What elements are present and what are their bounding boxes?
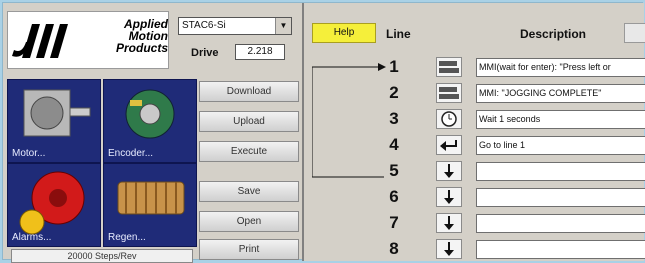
down-arrow-icon[interactable] — [436, 161, 462, 181]
motor-tile[interactable]: Motor... — [7, 79, 101, 163]
step-description-field[interactable] — [476, 240, 645, 259]
mmi-icon[interactable] — [436, 57, 462, 77]
drive-model-select[interactable]: STAC6-Si ▼ — [178, 17, 292, 35]
program-row: 5 — [304, 160, 645, 184]
upload-button[interactable]: Upload — [199, 111, 299, 132]
regen-tile-label: Regen... — [108, 232, 146, 243]
save-button[interactable]: Save — [199, 181, 299, 202]
print-button[interactable]: Print — [199, 239, 299, 260]
down-arrow-icon[interactable] — [436, 187, 462, 207]
program-row: 7 — [304, 212, 645, 236]
line-number: 8 — [389, 239, 399, 258]
steps-per-rev-display: 20000 Steps/Rev — [11, 249, 193, 263]
download-button[interactable]: Download — [199, 81, 299, 102]
program-panel: Help Line Description 1 MMI(wait for ent… — [302, 3, 645, 262]
step-description-field[interactable] — [476, 188, 645, 207]
app-window: Applied Motion Products STAC6-Si ▼ Drive… — [2, 2, 645, 263]
line-number: 3 — [389, 109, 399, 128]
description-column-header: Description — [520, 27, 587, 41]
line-number: 1 — [389, 57, 399, 76]
line-number: 7 — [389, 213, 399, 232]
drive-label: Drive — [191, 47, 219, 59]
step-description-field[interactable]: Go to line 1 — [476, 136, 645, 155]
line-number: 5 — [389, 161, 399, 180]
program-row: 6 — [304, 186, 645, 210]
line-number: 6 — [389, 187, 399, 206]
help-button[interactable]: Help — [312, 23, 376, 43]
step-description-field[interactable]: Wait 1 seconds — [476, 110, 645, 129]
step-description-field[interactable] — [476, 162, 645, 181]
clock-icon[interactable] — [436, 109, 462, 129]
logo-mark-icon — [12, 24, 68, 58]
line-column-header: Line — [386, 27, 411, 41]
drive-version-field: 2.218 — [235, 44, 285, 60]
program-row: 3 Wait 1 seconds — [304, 108, 645, 132]
step-description-field[interactable] — [476, 214, 645, 233]
alarms-tile[interactable]: Alarms... — [7, 163, 101, 247]
down-arrow-icon[interactable] — [436, 239, 462, 259]
regen-tile[interactable]: Regen... — [103, 163, 197, 247]
left-panel: Applied Motion Products STAC6-Si ▼ Drive… — [3, 3, 302, 263]
line-number: 4 — [389, 135, 399, 154]
down-arrow-icon[interactable] — [436, 213, 462, 233]
execute-button[interactable]: Execute — [199, 141, 299, 162]
company-logo: Applied Motion Products — [7, 11, 169, 69]
company-name: Applied Motion Products — [115, 17, 168, 55]
alarms-tile-label: Alarms... — [12, 232, 52, 243]
line-number: 2 — [389, 83, 399, 102]
encoder-tile[interactable]: Encoder... — [103, 79, 197, 163]
chevron-down-icon[interactable]: ▼ — [275, 18, 291, 34]
step-description-field[interactable]: MMI: "JOGGING COMPLETE" — [476, 84, 645, 103]
open-button[interactable]: Open — [199, 211, 299, 232]
program-row: 1 MMI(wait for enter): "Press left or — [304, 56, 645, 80]
program-row: 2 MMI: "JOGGING COMPLETE" — [304, 82, 645, 106]
header-extra-button[interactable] — [624, 23, 645, 43]
encoder-tile-label: Encoder... — [108, 148, 154, 159]
program-row: 8 — [304, 238, 645, 262]
goto-icon[interactable] — [436, 135, 462, 155]
mmi-icon[interactable] — [436, 83, 462, 103]
step-description-field[interactable]: MMI(wait for enter): "Press left or — [476, 58, 645, 77]
motor-tile-label: Motor... — [12, 148, 46, 159]
program-row: 4 Go to line 1 — [304, 134, 645, 158]
